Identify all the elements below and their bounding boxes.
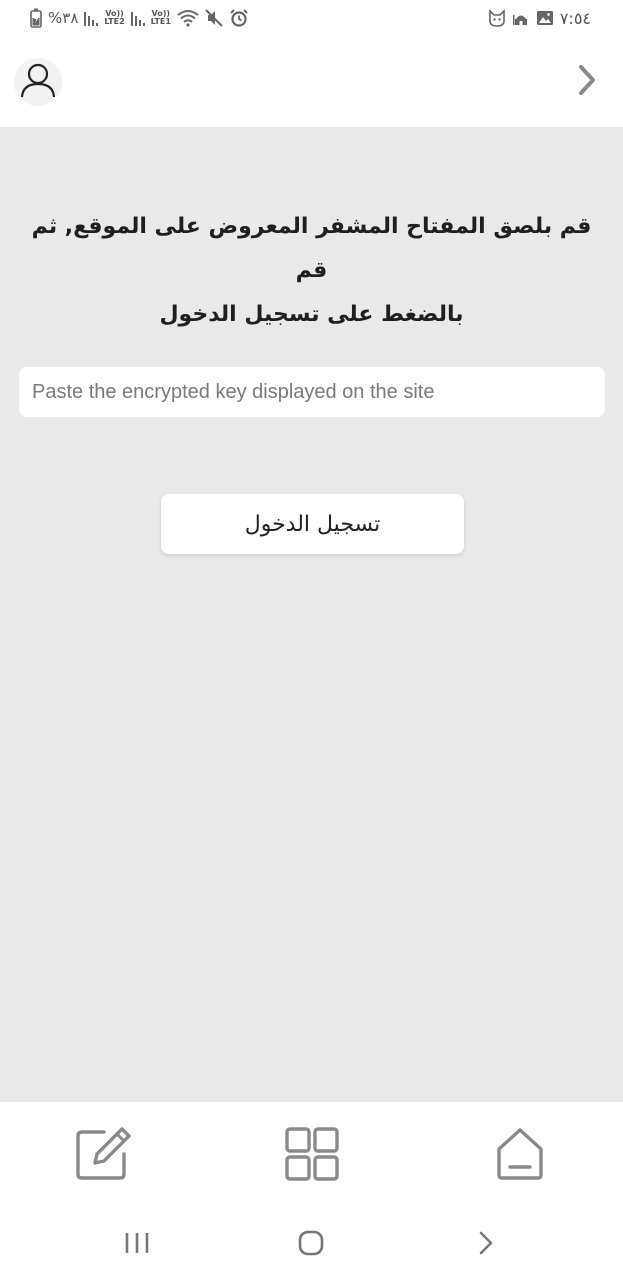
network-lte2-label: LTE2 (104, 17, 125, 26)
main-content: قم بلصق المفتاح المشفر المعروض على الموق… (0, 127, 623, 1102)
instruction-line-2: بالضغط على تسجيل الدخول (159, 302, 464, 327)
bottom-nav (0, 1102, 623, 1210)
recent-apps-icon (124, 1231, 150, 1259)
grid-icon (284, 1126, 340, 1186)
chevron-right-icon (576, 63, 598, 101)
nav-edit-button[interactable] (73, 1126, 133, 1186)
signal-icon (84, 10, 99, 26)
login-button[interactable]: تسجيل الدخول (161, 494, 464, 554)
back-icon (477, 1230, 495, 1260)
image-icon (536, 9, 554, 27)
system-back-button[interactable] (466, 1228, 506, 1262)
alarm-icon (229, 8, 249, 28)
home-circle-icon (298, 1230, 324, 1260)
network-lte2: Vo)) LTE2 (104, 10, 124, 26)
wifi-icon (177, 9, 199, 27)
status-bar: %٣٨ Vo)) LTE2 Vo)) LTE1 ٧:٥٤ (0, 0, 623, 36)
encrypted-key-input[interactable] (19, 367, 605, 417)
profile-button[interactable] (14, 58, 62, 106)
mosque-app-icon (512, 9, 530, 27)
user-icon (19, 61, 57, 103)
system-nav-bar (0, 1210, 623, 1280)
recent-apps-button[interactable] (117, 1228, 157, 1262)
forward-button[interactable] (571, 64, 603, 100)
signal-icon (130, 10, 145, 26)
clock: ٧:٥٤ (559, 8, 591, 28)
system-home-button[interactable] (291, 1228, 331, 1262)
network-lte1-label: LTE1 (150, 17, 171, 26)
battery-icon (30, 8, 42, 28)
home-icon (495, 1127, 545, 1185)
status-bar-right: ٧:٥٤ (488, 6, 591, 30)
network-lte1: Vo)) LTE1 (151, 10, 171, 26)
nav-grid-button[interactable] (282, 1126, 342, 1186)
cat-app-icon (488, 9, 506, 27)
login-button-label: تسجيل الدخول (244, 511, 381, 537)
instruction-text: قم بلصق المفتاح المشفر المعروض على الموق… (20, 205, 603, 337)
instruction-line-1: قم بلصق المفتاح المشفر المعروض على الموق… (31, 214, 592, 283)
nav-home-button[interactable] (490, 1126, 550, 1186)
battery-percent: %٣٨ (48, 9, 79, 27)
mute-icon (205, 9, 223, 27)
app-header (0, 36, 623, 127)
edit-icon (74, 1126, 132, 1186)
status-bar-left: %٣٨ Vo)) LTE2 Vo)) LTE1 (30, 6, 249, 30)
